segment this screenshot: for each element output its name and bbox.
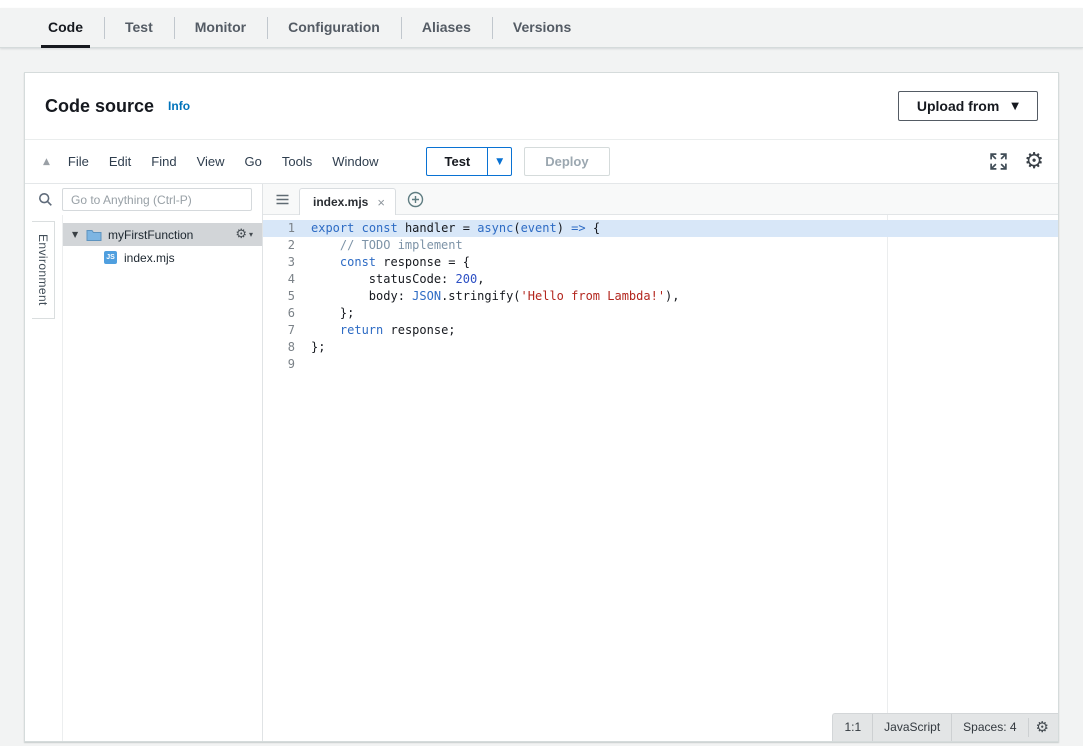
- toolbar-right: ⚙: [989, 151, 1044, 173]
- line-number[interactable]: 5: [263, 288, 307, 305]
- caret-down-icon: ▼: [1011, 101, 1019, 112]
- code-line-1[interactable]: 1export const handler = async(event) => …: [263, 220, 1058, 237]
- folder-expand-caret-icon[interactable]: ▼: [72, 230, 85, 239]
- tab-close-icon[interactable]: ×: [377, 195, 385, 210]
- code-lines: 1export const handler = async(event) => …: [263, 220, 1058, 373]
- code-text: // TODO implement: [307, 237, 463, 254]
- indent-setting[interactable]: Spaces: 4: [951, 714, 1027, 741]
- menu-tools[interactable]: Tools: [272, 154, 322, 169]
- editor-menubar: FileEditFindViewGoToolsWindow: [58, 154, 389, 169]
- upload-from-button[interactable]: Upload from ▼: [898, 91, 1038, 121]
- goto-anything-row: [25, 184, 262, 215]
- code-area[interactable]: 1export const handler = async(event) => …: [263, 215, 1058, 741]
- page-content: Code source Info Upload from ▼ ▲ FileEdi…: [0, 48, 1083, 742]
- file-sidebar: Environment ▼ myFirstFunction: [25, 184, 263, 741]
- code-text: const response = {: [307, 254, 470, 271]
- goto-anything-input[interactable]: [62, 188, 252, 211]
- new-tab-plus-icon[interactable]: [407, 191, 424, 208]
- nav-tab-test[interactable]: Test: [104, 8, 174, 47]
- code-line-7[interactable]: 7 return response;: [263, 322, 1058, 339]
- code-text: [307, 356, 311, 373]
- menu-find[interactable]: Find: [141, 154, 186, 169]
- folder-icon: [86, 228, 102, 241]
- line-number[interactable]: 6: [263, 305, 307, 322]
- info-link[interactable]: Info: [168, 99, 190, 113]
- test-split-button: Test ▼: [426, 147, 512, 176]
- js-file-icon: JS: [104, 251, 117, 264]
- test-dropdown-caret-icon[interactable]: ▼: [488, 147, 512, 176]
- code-text: statusCode: 200,: [307, 271, 484, 288]
- tree-settings-gear-icon: ⚙: [235, 228, 247, 241]
- menu-view[interactable]: View: [187, 154, 235, 169]
- line-number[interactable]: 9: [263, 356, 307, 373]
- code-line-6[interactable]: 6 };: [263, 305, 1058, 322]
- line-number[interactable]: 3: [263, 254, 307, 271]
- nav-tab-code[interactable]: Code: [27, 8, 104, 47]
- status-settings-gear-icon[interactable]: ⚙: [1028, 718, 1058, 737]
- editor-toolbar: ▲ FileEditFindViewGoToolsWindow Test ▼ D…: [25, 139, 1058, 184]
- nav-tab-configuration[interactable]: Configuration: [267, 8, 401, 47]
- nav-tabs: CodeTestMonitorConfigurationAliasesVersi…: [0, 8, 1083, 48]
- upload-from-label: Upload from: [917, 98, 999, 114]
- nav-tab-monitor[interactable]: Monitor: [174, 8, 267, 47]
- menu-edit[interactable]: Edit: [99, 154, 141, 169]
- tree-file-row[interactable]: JS index.mjs: [63, 246, 262, 269]
- tree-settings-caret-icon: ▾: [249, 230, 253, 239]
- code-text: body: JSON.stringify('Hello from Lambda!…: [307, 288, 680, 305]
- code-line-3[interactable]: 3 const response = {: [263, 254, 1058, 271]
- editor-settings-gear-icon[interactable]: ⚙: [1024, 151, 1044, 173]
- code-line-5[interactable]: 5 body: JSON.stringify('Hello from Lambd…: [263, 288, 1058, 305]
- code-line-8[interactable]: 8};: [263, 339, 1058, 356]
- menu-file[interactable]: File: [58, 154, 99, 169]
- nav-tab-versions[interactable]: Versions: [492, 8, 592, 47]
- folder-label: myFirstFunction: [108, 228, 193, 242]
- line-number[interactable]: 4: [263, 271, 307, 288]
- environment-tab[interactable]: Environment: [32, 221, 55, 319]
- sidebar-body: Environment ▼ myFirstFunction: [25, 215, 262, 741]
- tab-index-mjs[interactable]: index.mjs ×: [299, 188, 396, 215]
- line-number[interactable]: 1: [263, 220, 307, 237]
- top-strip: [0, 0, 1083, 8]
- workspace: Environment ▼ myFirstFunction: [25, 184, 1058, 741]
- code-text: };: [307, 305, 354, 322]
- search-icon: [38, 192, 53, 207]
- panel-header: Code source Info Upload from ▼: [25, 73, 1058, 139]
- file-tree: ▼ myFirstFunction ⚙ ▾: [63, 215, 262, 741]
- menu-window[interactable]: Window: [322, 154, 388, 169]
- line-number[interactable]: 2: [263, 237, 307, 254]
- test-button[interactable]: Test: [426, 147, 488, 176]
- code-source-panel: Code source Info Upload from ▼ ▲ FileEdi…: [24, 72, 1059, 742]
- code-line-2[interactable]: 2 // TODO implement: [263, 237, 1058, 254]
- editor-tab-bar: index.mjs ×: [263, 184, 1058, 215]
- cursor-position[interactable]: 1:1: [833, 714, 872, 741]
- tree-settings-control[interactable]: ⚙ ▾: [235, 228, 253, 241]
- code-line-4[interactable]: 4 statusCode: 200,: [263, 271, 1058, 288]
- editor-status-bar: 1:1JavaScriptSpaces: 4 ⚙: [832, 713, 1058, 741]
- tree-folder-row[interactable]: ▼ myFirstFunction ⚙ ▾: [63, 223, 262, 246]
- deploy-button[interactable]: Deploy: [524, 147, 609, 176]
- panel-title: Code source: [45, 95, 154, 117]
- fullscreen-icon[interactable]: [989, 152, 1008, 171]
- code-line-9[interactable]: 9: [263, 356, 1058, 373]
- tab-list-icon[interactable]: [275, 193, 290, 206]
- menu-go[interactable]: Go: [235, 154, 272, 169]
- collapse-menubar-icon[interactable]: ▲: [43, 157, 50, 167]
- code-editor: index.mjs × 1export const handler = asyn…: [263, 184, 1058, 741]
- language-mode[interactable]: JavaScript: [872, 714, 951, 741]
- line-number[interactable]: 8: [263, 339, 307, 356]
- file-label: index.mjs: [124, 251, 175, 265]
- code-text: };: [307, 339, 325, 356]
- status-items: 1:1JavaScriptSpaces: 4: [833, 714, 1027, 741]
- code-text: export const handler = async(event) => {: [307, 220, 600, 237]
- nav-tab-aliases[interactable]: Aliases: [401, 8, 492, 47]
- code-text: return response;: [307, 322, 456, 339]
- tab-label: index.mjs: [313, 195, 368, 209]
- environment-column: Environment: [25, 215, 63, 741]
- line-number[interactable]: 7: [263, 322, 307, 339]
